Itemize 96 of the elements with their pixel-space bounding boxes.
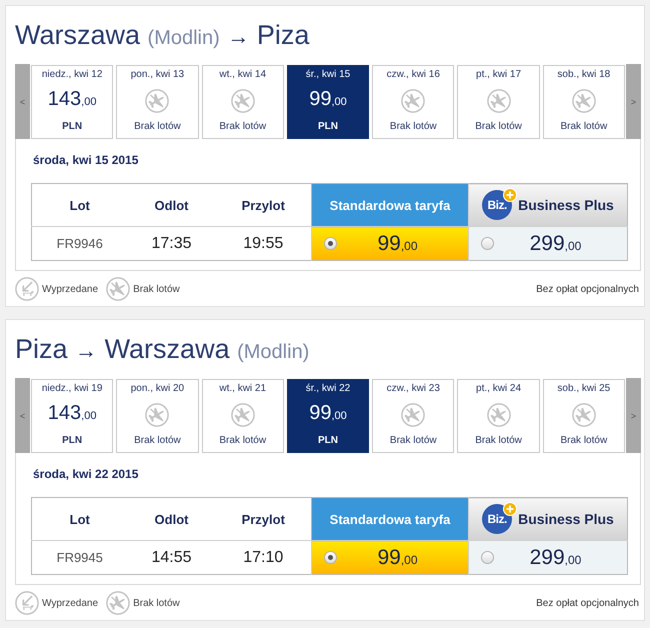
logo-badge: Biz. (482, 190, 512, 220)
date-tile[interactable]: wt., kwi 14 Brak lotów (202, 65, 284, 139)
crossed-plane-icon (106, 591, 130, 615)
date-tile[interactable]: niedz., kwi 12 143,00 PLN (31, 65, 114, 139)
status-label: Brak lotów (219, 120, 266, 133)
fare-price: 99,00 (309, 401, 347, 426)
day-label: sob., kwi 18 (557, 68, 610, 81)
fare-price: 299,00 (528, 546, 582, 570)
fare-name: Business Plus (518, 511, 614, 527)
plus-badge-icon (503, 502, 518, 516)
date-tile[interactable]: śr., kwi 15 99,00 PLN (286, 65, 370, 139)
status-label: Brak lotów (475, 434, 522, 447)
date-tile[interactable]: sob., kwi 25 Brak lotów (542, 379, 625, 453)
table-cell: 19:55 (216, 226, 312, 260)
status-label: Brak lotów (390, 434, 437, 447)
table-cell: FR9945 (32, 540, 128, 574)
crossed-plane-icon (230, 402, 255, 426)
date-tile[interactable]: czw., kwi 16 Brak lotów (372, 65, 454, 139)
status-label: Brak lotów (475, 120, 522, 133)
radio-button[interactable] (324, 551, 337, 564)
legend-label: Brak lotów (133, 284, 180, 294)
route-title: Warszawa (Modlin) → Piza (15, 19, 310, 52)
day-label: pon., kwi 20 (130, 382, 184, 395)
crossed-plane-icon (106, 277, 130, 301)
selected-date-heading: środa, kwi 15 2015 (33, 153, 140, 168)
date-tile[interactable]: pon., kwi 13 Brak lotów (116, 65, 199, 139)
day-label: czw., kwi 16 (386, 68, 440, 81)
legend-label: Wyprzedane (42, 284, 98, 294)
status-label: Brak lotów (134, 434, 181, 447)
day-label: pt., kwi 24 (476, 382, 522, 395)
crossed-plane-icon (486, 88, 511, 112)
column-header: Lot (32, 184, 128, 226)
date-tile[interactable]: pon., kwi 20 Brak lotów (116, 379, 199, 453)
status-label: Brak lotów (390, 120, 437, 133)
table-cell: 17:35 (128, 226, 216, 260)
column-header: Standardowa taryfa (312, 184, 468, 226)
day-label: śr., kwi 22 (306, 382, 350, 395)
date-tile[interactable]: pt., kwi 17 Brak lotów (457, 65, 540, 139)
crossed-plane-icon (230, 88, 255, 112)
date-tile[interactable]: pt., kwi 24 Brak lotów (457, 379, 540, 453)
fare-price: 143,00 (48, 87, 96, 112)
date-tile[interactable]: wt., kwi 21 Brak lotów (202, 379, 284, 453)
status-label: Brak lotów (560, 434, 608, 447)
table-cell: 14:55 (128, 540, 216, 574)
fee-note: Bez opłat opcjonalnych (536, 598, 639, 608)
date-tile[interactable]: sob., kwi 18 Brak lotów (542, 65, 625, 139)
route-title: Piza → Warszawa (Modlin) (15, 333, 310, 366)
radio-button[interactable] (481, 237, 494, 250)
crossed-plane-icon (145, 88, 170, 112)
crossed-plane-icon (572, 402, 596, 426)
selected-date-heading: środa, kwi 22 2015 (33, 467, 140, 482)
day-label: wt., kwi 14 (219, 68, 266, 81)
date-tile[interactable]: śr., kwi 22 99,00 PLN (286, 379, 370, 453)
logo-badge: Biz. (482, 504, 512, 534)
fare-price: 99,00 (376, 546, 419, 570)
currency-label: PLN (318, 120, 338, 133)
status-label: Brak lotów (560, 120, 608, 133)
day-label: wt., kwi 21 (219, 382, 266, 395)
fare-price: 99,00 (309, 87, 347, 112)
table-cell: FR9946 (32, 226, 128, 260)
fare-name: Business Plus (518, 197, 614, 213)
status-label: Brak lotów (134, 120, 181, 133)
fee-note: Bez opłat opcjonalnych (536, 284, 639, 294)
fare-price: 143,00 (48, 401, 96, 426)
crossed-plane-icon (401, 88, 426, 112)
column-header: Odlot (128, 184, 216, 226)
fare-price: 99,00 (376, 232, 419, 256)
day-label: pt., kwi 17 (476, 68, 522, 81)
crossed-plane-icon (401, 402, 426, 426)
status-label: Brak lotów (219, 434, 266, 447)
date-tile[interactable]: niedz., kwi 19 143,00 PLN (31, 379, 114, 453)
day-label: niedz., kwi 19 (42, 382, 102, 395)
day-label: sob., kwi 25 (557, 382, 610, 395)
fare-price: 299,00 (528, 232, 582, 256)
table-cell: 17:10 (216, 540, 312, 574)
column-header: Standardowa taryfa (312, 498, 468, 540)
legend-label: Brak lotów (133, 598, 180, 608)
column-header: Przylot (216, 498, 312, 540)
radio-button[interactable] (324, 237, 337, 250)
legend-label: Wyprzedane (42, 598, 98, 608)
day-label: śr., kwi 15 (306, 68, 350, 81)
day-label: czw., kwi 23 (386, 382, 440, 395)
crossed-plane-icon (486, 402, 511, 426)
crossed-plane-icon (572, 88, 596, 112)
column-header: Lot (32, 498, 128, 540)
column-header: Przylot (216, 184, 312, 226)
day-label: pon., kwi 13 (130, 68, 184, 81)
plus-badge-icon (503, 188, 518, 202)
date-tile[interactable]: czw., kwi 23 Brak lotów (372, 379, 454, 453)
radio-button[interactable] (481, 551, 494, 564)
crossed-plane-icon (145, 402, 170, 426)
currency-label: PLN (62, 434, 82, 447)
currency-label: PLN (62, 120, 82, 133)
currency-label: PLN (318, 434, 338, 447)
column-header: Odlot (128, 498, 216, 540)
day-label: niedz., kwi 12 (42, 68, 102, 81)
